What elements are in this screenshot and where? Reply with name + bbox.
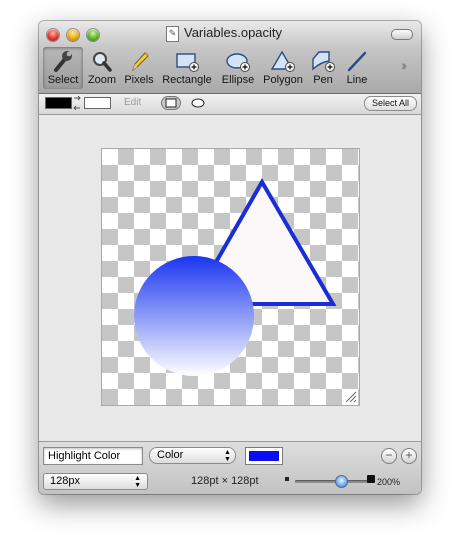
rect-mode-icon[interactable]: [161, 96, 181, 110]
canvas-artwork: [134, 178, 337, 376]
plus-circle-icon[interactable]: +: [401, 448, 417, 464]
tool-label: Ellipse: [221, 74, 255, 86]
minimize-button[interactable]: [67, 29, 79, 41]
circle-shape[interactable]: [134, 256, 254, 376]
image-canvas[interactable]: [101, 148, 360, 406]
magnifier-icon: [85, 47, 119, 73]
select-all-button[interactable]: Select All: [364, 96, 417, 111]
zoom-percentage: 200%: [377, 477, 401, 487]
tool-rectangle[interactable]: Rectangle: [160, 47, 214, 89]
tool-label: Rectangle: [162, 74, 212, 86]
bottom-bar: Highlight Color Color ▲ ▼ − + 128px ▲ ▼ 12…: [39, 441, 421, 494]
size-popup[interactable]: 128px ▲ ▼: [43, 473, 148, 490]
tool-polygon[interactable]: Polygon: [261, 47, 305, 89]
zoom-slider[interactable]: [295, 480, 369, 483]
tool-label: Polygon: [263, 74, 303, 86]
polygon-plus-icon: [261, 47, 305, 73]
ellipse-plus-icon: [218, 47, 258, 73]
zoom-window-button[interactable]: [87, 29, 99, 41]
property-color-well[interactable]: [245, 447, 283, 465]
swap-colors-icon[interactable]: [72, 96, 82, 110]
popup-arrows-icon: ▲ ▼: [134, 475, 141, 489]
tool-label: Pixels: [124, 74, 154, 86]
canvas-dimensions: 128pt × 128pt: [191, 475, 259, 487]
document-icon: ✎: [166, 26, 179, 42]
tool-ellipse[interactable]: Ellipse: [218, 47, 258, 89]
canvas-area: [39, 115, 421, 440]
tool-zoom[interactable]: Zoom: [85, 47, 119, 89]
property-type-popup[interactable]: Color ▲ ▼: [149, 447, 236, 464]
size-value: 128px: [50, 475, 80, 487]
ellipse-mode-icon[interactable]: [190, 97, 206, 109]
tool-label: Pen: [313, 74, 333, 86]
property-color-fill: [249, 451, 279, 461]
popup-arrows-icon: ▲ ▼: [224, 449, 231, 463]
zoom-slider-knob[interactable]: [335, 475, 349, 488]
tool-label: Select: [47, 74, 79, 86]
pencil-icon: [122, 47, 156, 73]
stroke-color-well[interactable]: [45, 97, 72, 109]
wrench-icon: [43, 47, 83, 73]
resize-grip-icon[interactable]: [345, 391, 357, 403]
titlebar: ✎ Variables.opacity Select Zoom Pixels R…: [39, 21, 421, 94]
zoom-in-icon: [367, 475, 375, 483]
editor-window: ✎ Variables.opacity Select Zoom Pixels R…: [39, 21, 421, 494]
pen-plus-icon: [308, 47, 338, 73]
line-icon: [342, 47, 372, 73]
property-type-value: Color: [157, 449, 184, 461]
tool-line[interactable]: Line: [342, 47, 372, 89]
tool-select[interactable]: Select: [43, 47, 83, 89]
tool-pen[interactable]: Pen: [308, 47, 338, 89]
options-bar: Edit Select All: [39, 94, 421, 115]
zoom-out-icon: [285, 477, 289, 481]
tool-label: Line: [346, 74, 368, 86]
edit-button[interactable]: Edit: [124, 97, 141, 108]
minus-circle-icon[interactable]: −: [381, 448, 397, 464]
property-name-field[interactable]: Highlight Color: [43, 447, 143, 465]
toolbar-toggle-button[interactable]: [391, 29, 413, 40]
window-title: Variables.opacity: [184, 25, 283, 40]
tool-pixels[interactable]: Pixels: [122, 47, 156, 89]
close-button[interactable]: [47, 29, 59, 41]
chevron-double-right-icon[interactable]: ››: [401, 57, 408, 73]
fill-color-well[interactable]: [84, 97, 111, 109]
rectangle-plus-icon: [160, 47, 214, 73]
tool-label: Zoom: [87, 74, 117, 86]
